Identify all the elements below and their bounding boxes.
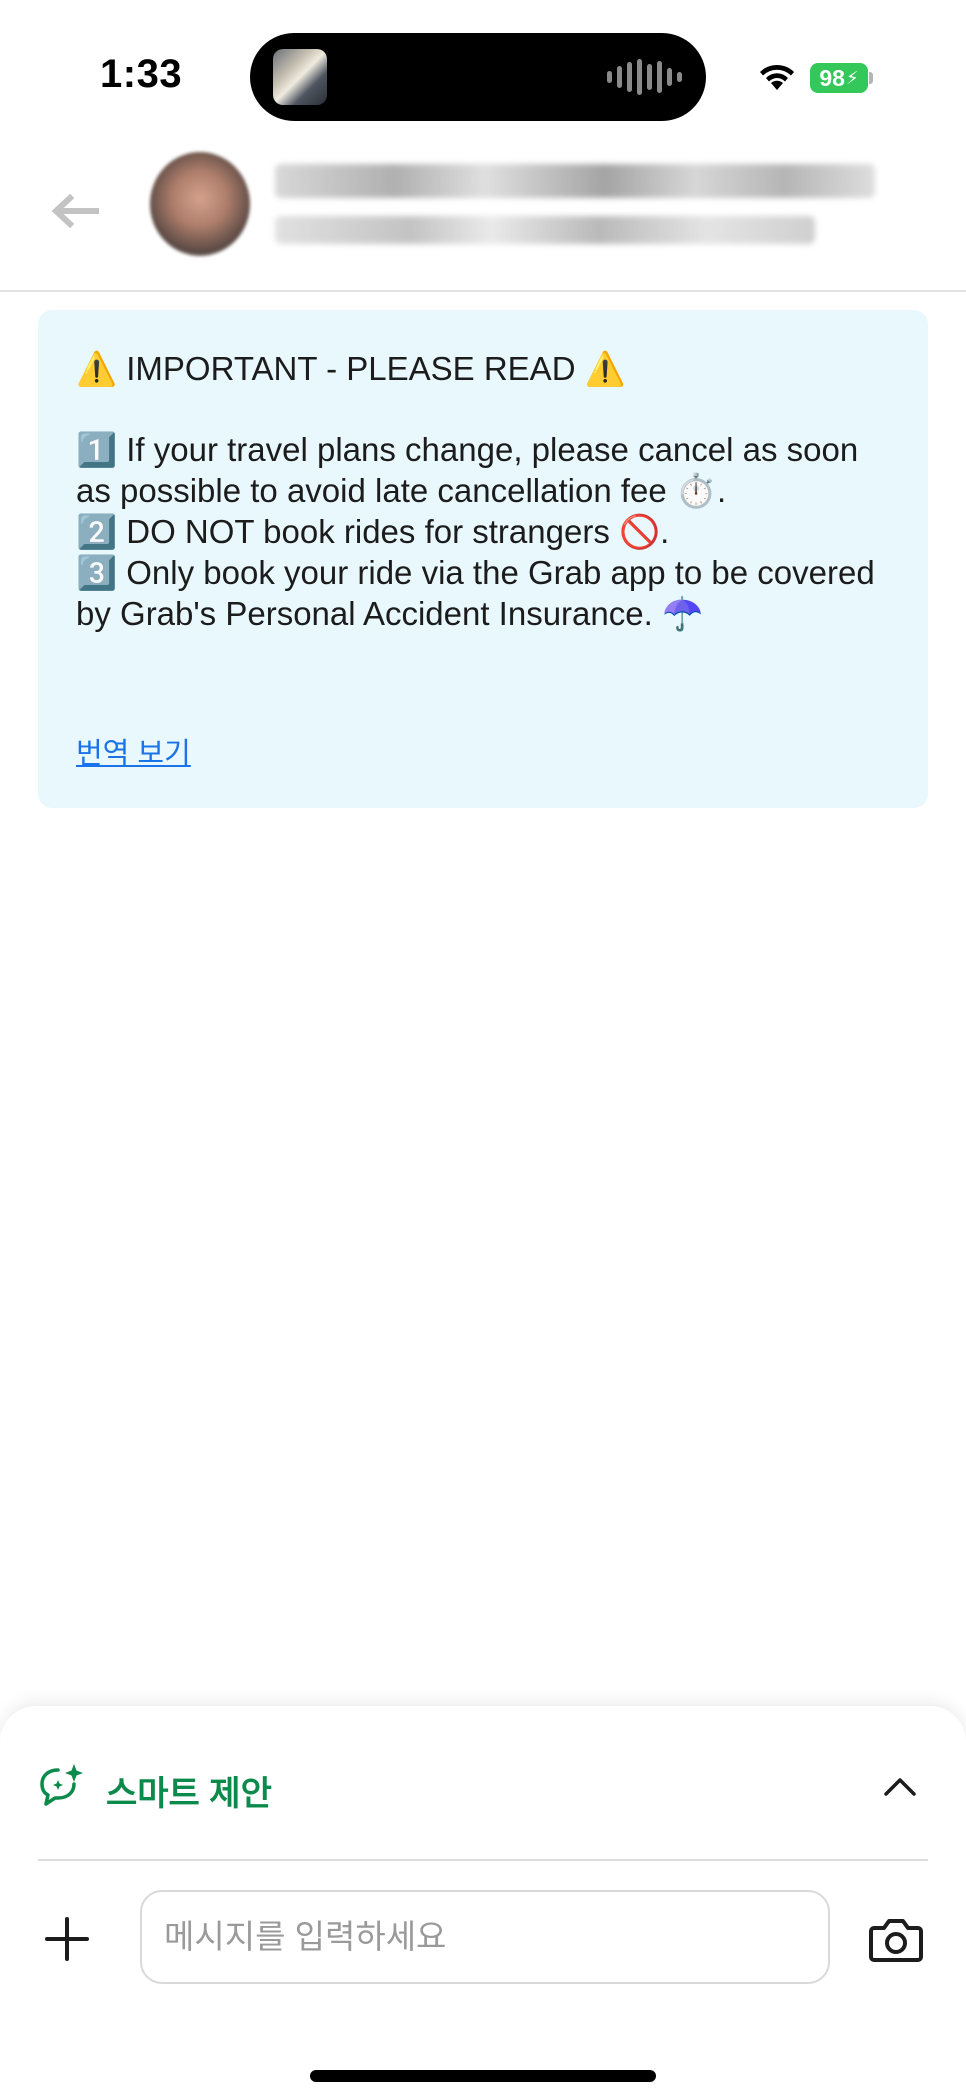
battery-tip: [869, 72, 873, 84]
sparkle-chat-icon: [40, 1764, 83, 1806]
smart-suggestion-toggle[interactable]: 스마트 제안: [38, 1756, 928, 1820]
view-translation-link[interactable]: 번역 보기: [76, 730, 191, 772]
important-notice-message: ⚠️ IMPORTANT - PLEASE READ ⚠️ 1️⃣ If you…: [38, 310, 928, 808]
plus-icon[interactable]: [42, 1914, 92, 1964]
divider: [38, 1859, 928, 1861]
contact-subtitle-redacted: [275, 216, 815, 244]
smart-suggestion-label: 스마트 제안: [106, 1775, 272, 1813]
audio-waveform-icon: [607, 59, 682, 95]
home-indicator[interactable]: [310, 2070, 656, 2082]
battery-level: 98: [819, 64, 845, 91]
camera-icon[interactable]: [868, 1914, 924, 1964]
back-button[interactable]: [50, 186, 110, 236]
notice-line-2: 2️⃣ DO NOT book rides for strangers 🚫.: [76, 513, 670, 550]
arrow-left-icon: [51, 193, 99, 229]
status-bar: 1:33 98 ⚡: [0, 0, 966, 140]
notice-title: ⚠️ IMPORTANT - PLEASE READ ⚠️: [76, 350, 626, 387]
now-playing-thumbnail: [273, 49, 327, 105]
wifi-icon: [760, 64, 794, 90]
chat-header: [0, 140, 966, 292]
chevron-up-icon[interactable]: [880, 1770, 920, 1800]
contact-name-redacted: [275, 164, 875, 198]
charging-bolt-icon: ⚡: [845, 67, 859, 88]
avatar[interactable]: [150, 152, 250, 256]
dynamic-island[interactable]: [250, 33, 706, 121]
notice-line-3: 3️⃣ Only book your ride via the Grab app…: [76, 554, 884, 632]
battery-indicator: 98 ⚡: [810, 63, 868, 93]
message-composer-panel: 스마트 제안: [0, 1706, 966, 2100]
notice-line-1: 1️⃣ If your travel plans change, please …: [76, 431, 868, 509]
status-time: 1:33: [100, 52, 183, 96]
message-input[interactable]: [140, 1890, 830, 1984]
